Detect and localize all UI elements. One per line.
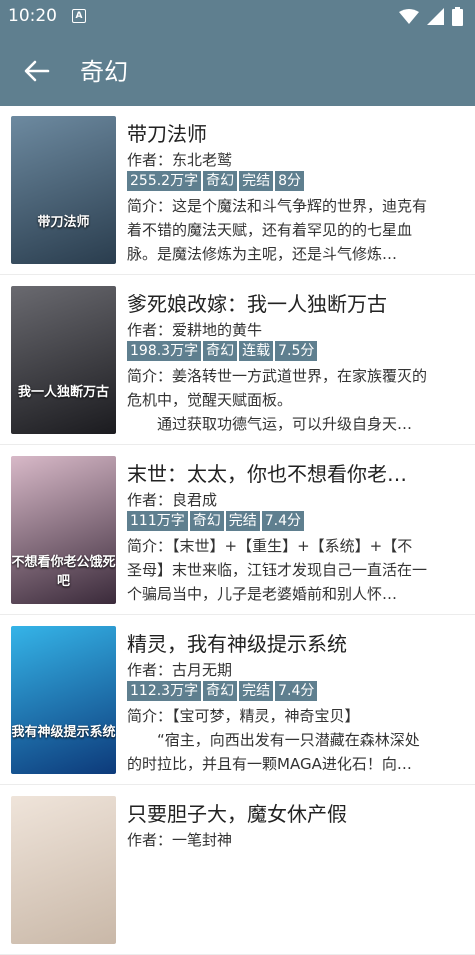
notification-icon: A (72, 9, 86, 23)
book-cover-image: 带刀法师 (11, 116, 116, 264)
book-tag: 8分 (275, 171, 305, 191)
book-cover-title: 我有神级提示系统 (11, 725, 116, 740)
book-tag: 奇幻 (203, 171, 238, 191)
book-tags: 112.3万字 奇幻 完结 7.4分 (127, 681, 318, 701)
book-cover-title: 不想看你老公饿死吧 (11, 555, 116, 589)
book-cover-title: 带刀法师 (37, 215, 90, 230)
book-author: 作者：良君成 (127, 491, 218, 509)
book-tag: 7.4分 (275, 681, 318, 701)
book-tag: 完结 (225, 511, 260, 531)
book-list-item[interactable]: 只要胆子大，魔女休产假作者：一笔封神 (0, 786, 475, 955)
status-icons (399, 7, 463, 26)
book-intro: 简介：这是个魔法和斗气争辉的世界，迪克有着不错的魔法天赋，还有着罕见的的七星血脉… (127, 197, 427, 263)
signal-icon (427, 8, 444, 25)
book-tag: 7.4分 (261, 511, 304, 531)
book-cover-image: 我一人独断万古 (11, 286, 116, 434)
book-intro: 简介：【宝可梦，精灵，神奇宝贝】 “宿主，向西出发有一只潜藏在森林深处的时拉比，… (127, 707, 420, 773)
wifi-icon (399, 8, 419, 24)
status-time: 10:20 (8, 6, 57, 26)
book-tags: 198.3万字 奇幻 连载 7.5分 (127, 341, 318, 361)
book-cover-title: 我一人独断万古 (17, 385, 109, 400)
book-tag: 奇幻 (189, 511, 224, 531)
book-cover-image (11, 796, 116, 944)
book-cover-image: 我有神级提示系统 (11, 626, 116, 774)
book-title: 只要胆子大，魔女休产假 (127, 802, 347, 826)
book-tag: 连载 (239, 341, 274, 361)
status-bar: 10:20 A (0, 0, 475, 34)
book-title: 带刀法师 (127, 122, 207, 146)
book-list-item[interactable]: 我有神级提示系统 精灵，我有神级提示系统作者：古月无期 112.3万字 奇幻 完结 7.4… (0, 616, 475, 785)
book-tag: 完结 (239, 171, 274, 191)
book-tag: 奇幻 (203, 681, 238, 701)
battery-icon (452, 7, 463, 26)
book-intro: 简介：姜洛转世一方武道世界，在家族覆灭的危机中，觉醒天赋面板。 通过获取功德气运… (127, 367, 427, 433)
book-title: 末世：太太，你也不想看你老… (127, 462, 407, 486)
book-tags: 255.2万字 奇幻 完结 8分 (127, 171, 305, 191)
book-tag: 255.2万字 (127, 171, 202, 191)
book-intro: 简介：【末世】+【重生】+【系统】+【不圣母】末世来临，江钰才发现自己一直活在一… (127, 537, 427, 603)
book-list-item[interactable]: 带刀法师 带刀法师 作者：东北老鹫 255.2万字 奇幻 完结 8分 简介：这是个魔法和斗气争… (0, 106, 475, 275)
book-author: 作者：古月无期 (127, 661, 233, 679)
book-author: 作者：一笔封神 (127, 831, 233, 849)
page-title: 奇幻 (80, 58, 128, 86)
book-tag: 111万字 (127, 511, 188, 531)
book-tag: 112.3万字 (127, 681, 202, 701)
book-tag: 7.5分 (275, 341, 318, 361)
app-bar: 奇幻 (0, 34, 475, 106)
back-arrow-icon[interactable] (22, 56, 52, 86)
book-tag: 奇幻 (203, 341, 238, 361)
book-tags: 111万字 奇幻 完结 7.4分 (127, 511, 304, 531)
book-cover-image: 不想看你老公饿死吧 (11, 456, 116, 604)
book-tag: 198.3万字 (127, 341, 202, 361)
book-tag: 完结 (239, 681, 274, 701)
book-author: 作者：东北老鹫 (127, 151, 233, 169)
book-title: 精灵，我有神级提示系统 (127, 632, 347, 656)
book-list-item[interactable]: 我一人独断万古 爹死娘改嫁：我一人独断万古作者：爱耕地的黄牛 198.3万字 奇幻 连载… (0, 276, 475, 445)
book-title: 爹死娘改嫁：我一人独断万古 (127, 292, 387, 316)
book-list-item[interactable]: 不想看你老公饿死吧 末世：太太，你也不想看你老… 作者：良君成 111万字 奇幻 完结 7.… (0, 446, 475, 615)
book-author: 作者：爱耕地的黄牛 (127, 321, 263, 339)
